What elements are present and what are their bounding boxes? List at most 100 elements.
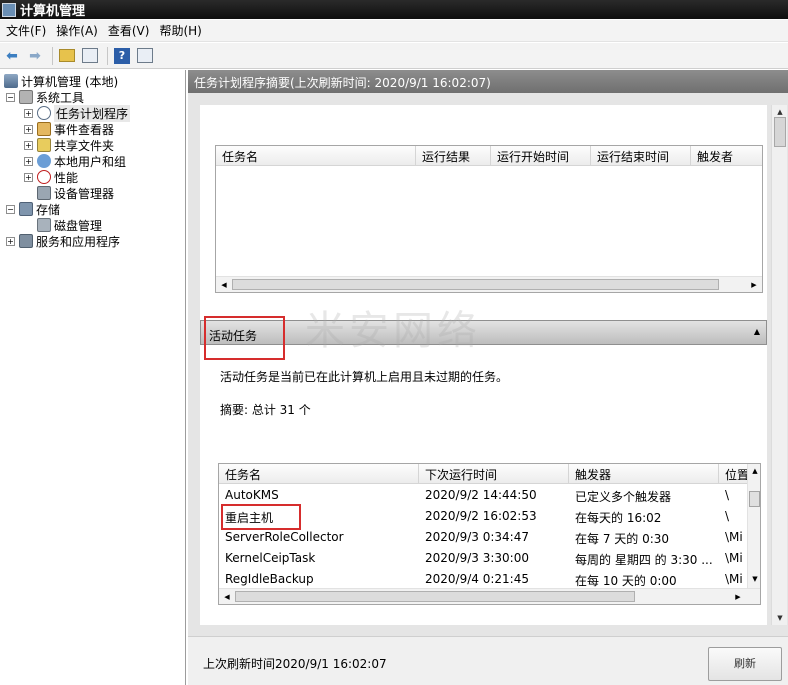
navigation-tree: 计算机管理 (本地) − 系统工具 + 任务计划程序 + 事件查看器 + 共享文…: [0, 70, 186, 685]
cell-task-name: AutoKMS: [225, 488, 279, 502]
shared-folder-icon: [37, 138, 51, 152]
menu-view[interactable]: 查看(V): [106, 22, 158, 39]
active-tasks-section-header[interactable]: 活动任务 ▲: [200, 320, 767, 345]
title-bar: 计算机管理: [0, 0, 788, 19]
active-tasks-description: 活动任务是当前已在此计算机上启用且未过期的任务。: [220, 370, 509, 384]
disk-icon: [37, 218, 51, 232]
tree-label: 任务计划程序: [54, 104, 131, 122]
tree-item-root[interactable]: 计算机管理 (本地): [4, 73, 118, 89]
table-row[interactable]: AutoKMS 2020/9/2 14:44:50 已定义多个触发器 \: [219, 485, 748, 506]
horizontal-scrollbar[interactable]: ◀ ▶: [219, 588, 760, 604]
menu-action[interactable]: 操作(A): [54, 22, 106, 39]
scroll-left-icon[interactable]: ◀: [220, 590, 234, 604]
expand-icon[interactable]: +: [24, 124, 33, 134]
scroll-left-icon[interactable]: ◀: [217, 278, 231, 292]
scroll-thumb[interactable]: [235, 591, 635, 602]
expand-icon[interactable]: +: [24, 156, 33, 166]
scroll-right-icon[interactable]: ▶: [747, 278, 761, 292]
horizontal-scrollbar[interactable]: ◀ ▶: [216, 276, 762, 292]
refresh-button[interactable]: 刷新: [708, 647, 782, 681]
back-icon[interactable]: ⬅: [2, 46, 22, 66]
tree-item-storage[interactable]: − 存储: [6, 201, 60, 217]
cell-trigger: 在每天的 16:02: [575, 511, 662, 525]
tree-item-local-users[interactable]: + 本地用户和组: [24, 153, 126, 169]
tree-label: 性能: [54, 170, 79, 185]
cell-task-name: KernelCeipTask: [225, 551, 316, 565]
toolbar-separator: [52, 46, 53, 65]
cell-location: \Mi: [725, 530, 743, 544]
table-row[interactable]: ServerRoleCollector 2020/9/3 0:34:47 在每 …: [219, 527, 748, 548]
cell-next-run: 2020/9/2 16:02:53: [425, 509, 537, 523]
collapse-caret-icon[interactable]: ▲: [754, 327, 760, 336]
last-refresh-text: 上次刷新时间2020/9/1 16:02:07: [203, 657, 387, 671]
tree-item-system-tools[interactable]: − 系统工具: [6, 89, 84, 105]
cell-next-run: 2020/9/2 14:44:50: [425, 488, 537, 502]
content-area: 任务名 运行结果 运行开始时间 运行结束时间 触发者 ◀ ▶ 活动任务是当前已在…: [200, 105, 767, 625]
column-header[interactable]: 任务名: [219, 464, 419, 484]
cell-next-run: 2020/9/3 0:34:47: [425, 530, 529, 544]
expand-icon[interactable]: +: [24, 172, 33, 182]
computer-management-icon: [2, 2, 16, 17]
forward-icon[interactable]: ➡: [25, 46, 45, 66]
properties-icon[interactable]: [135, 46, 155, 66]
menu-help[interactable]: 帮助(H): [157, 22, 209, 39]
column-header[interactable]: 运行结束时间: [591, 146, 691, 166]
column-header[interactable]: 触发者: [691, 146, 762, 166]
scroll-right-icon[interactable]: ▶: [731, 590, 745, 604]
device-manager-icon: [37, 186, 51, 200]
storage-icon: [19, 202, 33, 216]
tree-label: 共享文件夹: [54, 138, 115, 153]
scroll-down-icon[interactable]: ▼: [773, 611, 787, 625]
active-tasks-summary: 摘要: 总计 31 个: [220, 403, 311, 417]
tree-item-task-scheduler[interactable]: + 任务计划程序: [24, 104, 131, 122]
tree-label: 磁盘管理: [54, 218, 103, 233]
scroll-thumb[interactable]: [232, 279, 719, 290]
tree-label: 计算机管理 (本地): [21, 74, 119, 89]
highlight-box: [204, 316, 285, 360]
expand-icon[interactable]: +: [24, 108, 33, 118]
services-icon: [19, 234, 33, 248]
scroll-down-icon[interactable]: ▼: [748, 572, 760, 586]
cell-task-name: RegIdleBackup: [225, 572, 314, 586]
main-vertical-scrollbar[interactable]: ▲ ▼: [771, 105, 787, 625]
window-title: 计算机管理: [20, 4, 86, 19]
footer-bar: 上次刷新时间2020/9/1 16:02:07 刷新: [188, 636, 788, 685]
tree-item-shared-folders[interactable]: + 共享文件夹: [24, 137, 114, 153]
tree-item-performance[interactable]: + 性能: [24, 169, 78, 185]
vertical-scrollbar[interactable]: ▲ ▼: [747, 464, 760, 588]
cell-next-run: 2020/9/3 3:30:00: [425, 551, 529, 565]
active-tasks-table: 任务名 下次运行时间 触发器 位置 AutoKMS 2020/9/2 14:44…: [218, 463, 761, 605]
menu-file[interactable]: 文件(F): [4, 22, 54, 39]
scroll-thumb[interactable]: [749, 491, 760, 507]
column-header[interactable]: 触发器: [569, 464, 719, 484]
performance-icon: [37, 170, 51, 184]
up-folder-icon[interactable]: [57, 46, 77, 66]
column-header[interactable]: 下次运行时间: [419, 464, 569, 484]
event-viewer-icon: [37, 122, 51, 136]
show-hide-tree-icon[interactable]: [80, 46, 100, 66]
column-header[interactable]: 运行结果: [416, 146, 491, 166]
expand-icon[interactable]: +: [24, 140, 33, 150]
table-header: 任务名 运行结果 运行开始时间 运行结束时间 触发者: [216, 146, 762, 166]
cell-task-name: ServerRoleCollector: [225, 530, 344, 544]
tree-item-services-apps[interactable]: + 服务和应用程序: [6, 233, 120, 249]
tree-label: 本地用户和组: [54, 154, 127, 169]
users-icon: [37, 154, 51, 168]
toolbar-separator: [107, 46, 108, 65]
collapse-icon[interactable]: −: [6, 204, 15, 214]
collapse-icon[interactable]: −: [6, 92, 15, 102]
column-header[interactable]: 任务名: [216, 146, 416, 166]
table-row[interactable]: RegIdleBackup 2020/9/4 0:21:45 在每 10 天的 …: [219, 569, 748, 590]
table-row[interactable]: KernelCeipTask 2020/9/3 3:30:00 每周的 星期四 …: [219, 548, 748, 569]
column-header[interactable]: 运行开始时间: [491, 146, 591, 166]
scroll-up-icon[interactable]: ▲: [748, 464, 760, 478]
main-panel: 任务计划程序摘要(上次刷新时间: 2020/9/1 16:02:07) 任务名 …: [188, 70, 788, 685]
tree-item-event-viewer[interactable]: + 事件查看器: [24, 121, 114, 137]
column-header[interactable]: 位置: [719, 464, 748, 484]
help-icon[interactable]: ?: [112, 46, 132, 66]
expand-icon[interactable]: +: [6, 236, 15, 246]
cell-trigger: 已定义多个触发器: [575, 490, 672, 504]
scroll-thumb[interactable]: [774, 117, 786, 147]
tree-item-disk-management[interactable]: 磁盘管理: [37, 217, 102, 233]
tree-item-device-manager[interactable]: 设备管理器: [37, 185, 114, 201]
